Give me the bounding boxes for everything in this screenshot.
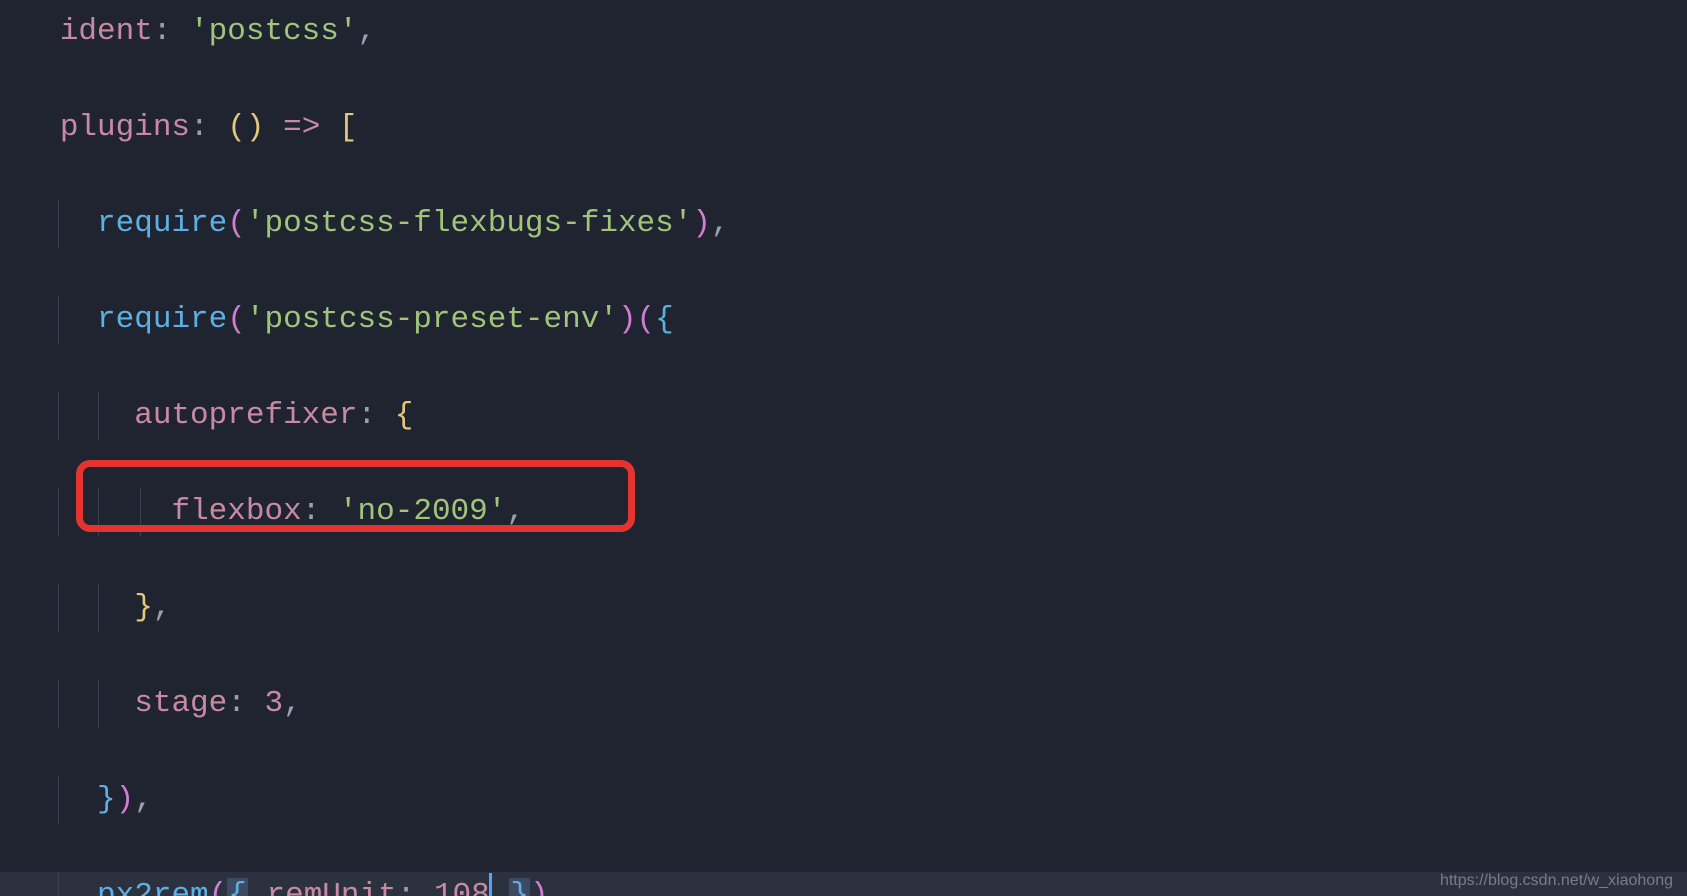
str-no2009: no-2009 [358,494,488,529]
str-preset-env: postcss-preset-env [264,302,599,337]
str-postcss: postcss [209,14,339,49]
fn-require: require [97,206,227,241]
code-block[interactable]: ident: 'postcss', plugins: () => [ requi… [0,8,1687,896]
fn-px2rem: px2rem [97,878,209,896]
prop-plugins: plugins [60,110,190,145]
str-flexbugs: postcss-flexbugs-fixes [264,206,673,241]
prop-stage: stage [134,686,227,721]
prop-remunit: remUnit [266,878,396,896]
prop-ident: ident [60,14,153,49]
code-editor[interactable]: ident: 'postcss', plugins: () => [ requi… [0,0,1687,896]
text-cursor [489,873,492,896]
fn-require: require [97,302,227,337]
prop-flexbox: flexbox [171,494,301,529]
num-stage: 3 [264,686,283,721]
highlighted-line[interactable]: px2rem({ remUnit: 108 }), [0,872,1687,896]
num-remunit: 108 [434,878,490,896]
prop-autoprefixer: autoprefixer [134,398,357,433]
